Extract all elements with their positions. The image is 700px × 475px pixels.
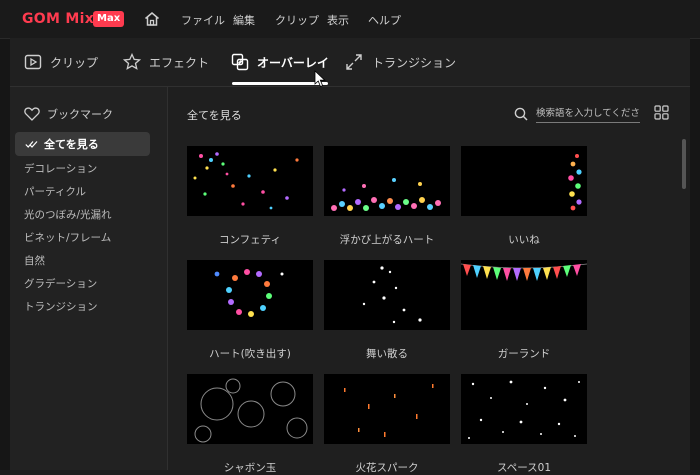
tab-overlay-label: オーバーレイ (257, 55, 329, 70)
tab-bar: クリップ エフェクト オーバーレイ トランジション (10, 38, 690, 87)
category-sidebar: ブックマーク 全てを見る デコレーション パーティクル 光のつぼみ/光漏れ ビネ… (10, 87, 168, 470)
clip-icon (24, 54, 42, 70)
overlay-browser: 全てを見る コンフェティ (168, 87, 690, 474)
spark-label: 火花スパーク (355, 462, 419, 474)
overlay-icon (231, 53, 249, 71)
category-particle[interactable]: パーティクル (24, 184, 86, 199)
space-01-label: スペース01 (496, 462, 552, 474)
tab-transition-label: トランジション (372, 55, 457, 70)
floating-hearts-thumbnail (324, 146, 450, 216)
falling-thumbnail (324, 260, 450, 330)
tab-effect-label: エフェクト (149, 55, 210, 70)
soap-bubble-thumbnail (187, 374, 313, 444)
content-scrollbar[interactable] (682, 139, 686, 189)
menu-clip[interactable]: クリップ (275, 12, 319, 28)
overlay-card-soap-bubble[interactable]: シャボン玉 (187, 374, 313, 475)
window-frame-right (690, 38, 700, 470)
overlay-card-confetti[interactable]: コンフェティ (187, 146, 313, 247)
floating-hearts-label: 浮かび上がるハート (339, 234, 435, 246)
home-icon[interactable] (143, 10, 161, 28)
search-icon[interactable] (514, 107, 528, 121)
app-logo-badge: Max (93, 11, 125, 27)
category-decoration[interactable]: デコレーション (24, 161, 97, 176)
space-01-thumbnail (461, 374, 587, 444)
tab-clip[interactable]: クリップ (24, 51, 98, 73)
menu-help[interactable]: ヘルプ (368, 12, 401, 28)
like-label: いいね (508, 234, 540, 246)
transition-icon (346, 54, 362, 70)
garland-label: ガーランド (497, 348, 551, 360)
mouse-cursor-icon (314, 70, 326, 88)
spark-thumbnail (324, 374, 450, 444)
grid-view-icon[interactable] (654, 105, 669, 120)
falling-label: 舞い散る (366, 348, 408, 360)
category-transition[interactable]: トランジション (24, 299, 98, 314)
category-nature[interactable]: 自然 (24, 253, 45, 268)
star-icon (123, 53, 141, 70)
search-box (514, 105, 644, 123)
heart-burst-thumbnail (187, 260, 313, 330)
category-all[interactable]: 全てを見る (15, 132, 150, 156)
overlay-card-falling[interactable]: 舞い散る (324, 260, 450, 361)
like-thumbnail (461, 146, 587, 216)
search-input[interactable] (536, 105, 640, 123)
garland-thumbnail (460, 260, 588, 330)
overlay-card-floating-hearts[interactable]: 浮かび上がるハート (324, 146, 450, 247)
overlay-card-like[interactable]: いいね (461, 146, 587, 247)
overlay-card-space-01[interactable]: スペース01 (461, 374, 587, 475)
menu-file[interactable]: ファイル (181, 12, 225, 28)
title-bar: GOM Mix Max ファイル 編集 クリップ 表示 ヘルプ (0, 0, 700, 39)
tab-effect[interactable]: エフェクト (123, 51, 209, 73)
overlay-card-heart-burst[interactable]: ハート(吹き出す) (187, 260, 313, 361)
tab-clip-label: クリップ (50, 55, 99, 70)
heart-icon (24, 107, 40, 121)
section-title: 全てを見る (187, 109, 242, 122)
confetti-thumbnail (187, 146, 313, 216)
tab-transition[interactable]: トランジション (344, 51, 456, 73)
category-all-label: 全てを見る (44, 138, 99, 151)
heart-burst-label: ハート(吹き出す) (209, 348, 291, 360)
category-vignette-frame[interactable]: ビネット/フレーム (24, 230, 111, 245)
category-gradation[interactable]: グラデーション (24, 276, 97, 291)
menu-edit[interactable]: 編集 (233, 12, 255, 28)
bookmark-label: ブックマーク (47, 108, 113, 121)
app-logo: GOM Mix (22, 11, 95, 27)
bookmark-item[interactable]: ブックマーク (24, 106, 113, 122)
soap-bubble-label: シャボン玉 (223, 462, 277, 474)
double-check-icon (25, 141, 38, 148)
overlay-card-spark[interactable]: 火花スパーク (324, 374, 450, 475)
category-light-leak[interactable]: 光のつぼみ/光漏れ (24, 207, 112, 222)
confetti-label: コンフェティ (218, 234, 282, 246)
menu-view[interactable]: 表示 (327, 12, 349, 28)
window-frame-left (0, 38, 10, 470)
overlay-card-garland[interactable]: ガーランド (460, 260, 588, 361)
